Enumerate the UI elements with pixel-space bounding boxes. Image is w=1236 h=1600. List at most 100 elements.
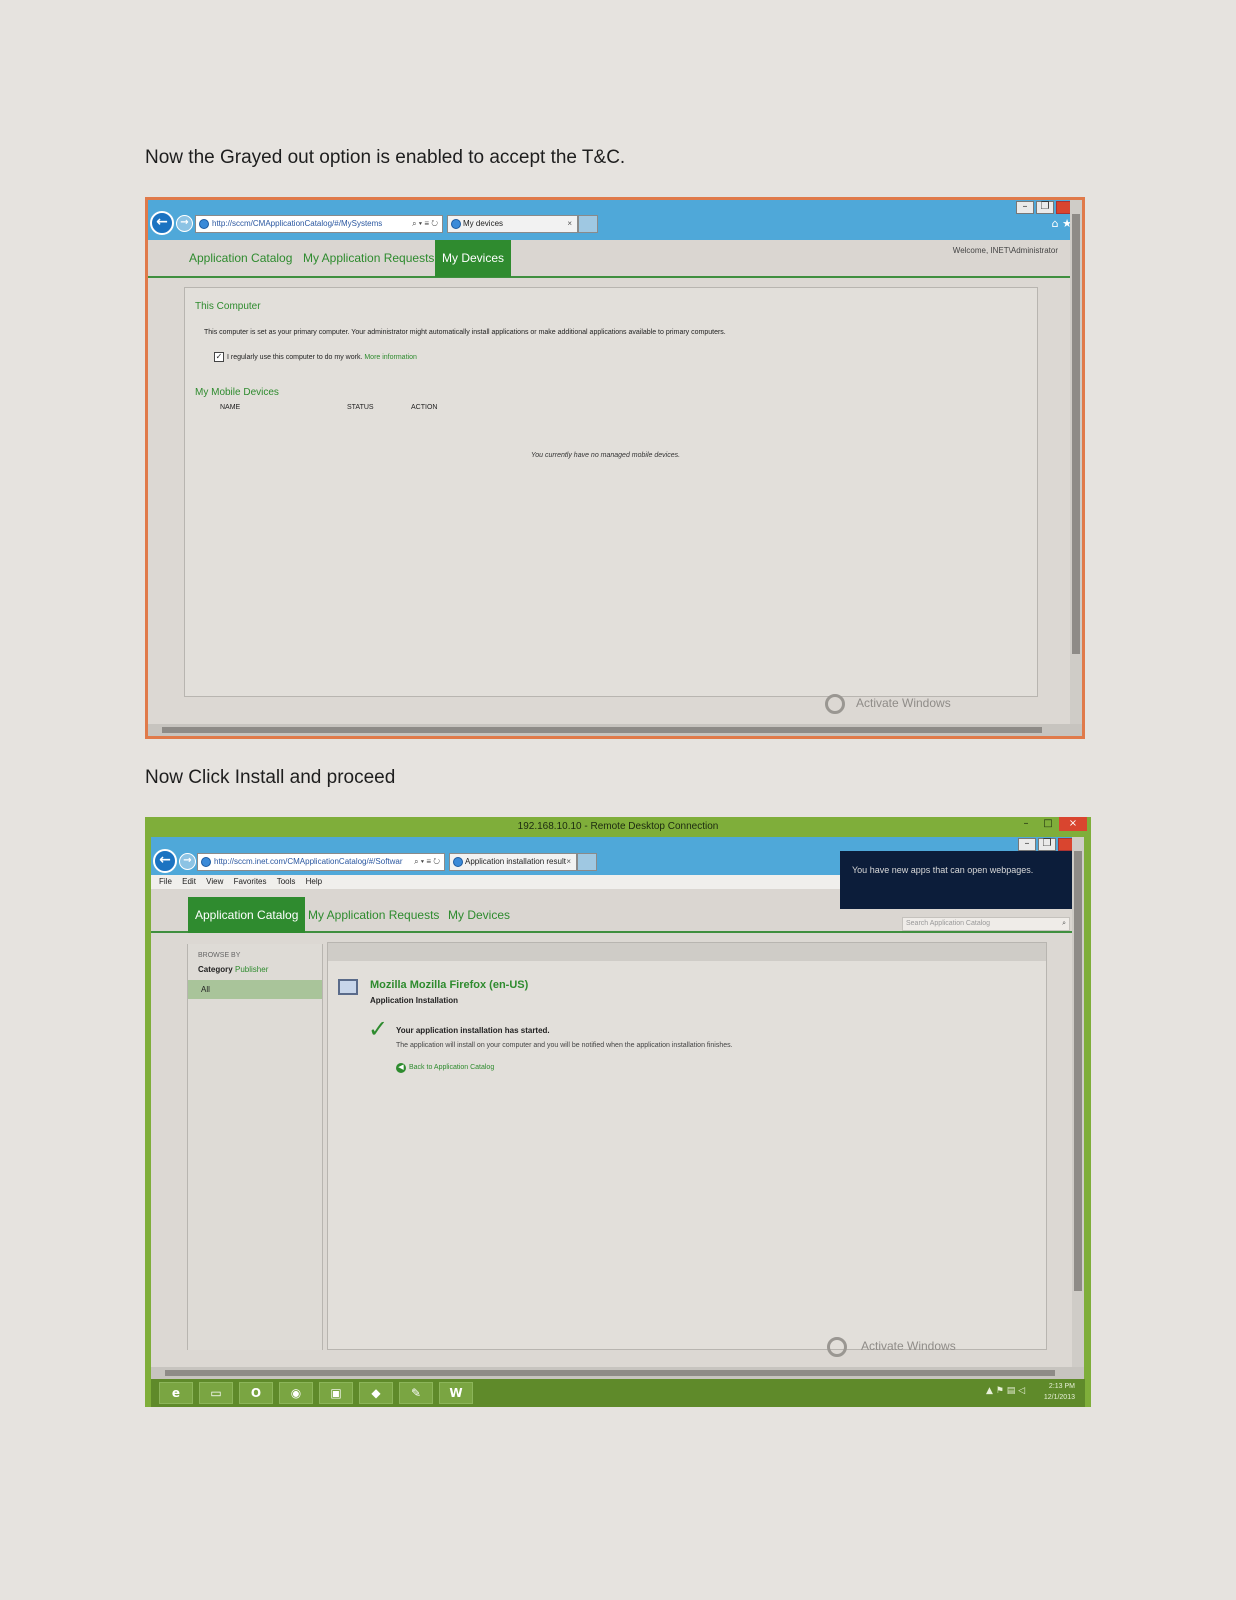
menu-favorites[interactable]: Favorites (234, 877, 267, 886)
menu-help[interactable]: Help (306, 877, 322, 886)
forward-arrow-icon-2[interactable]: → (179, 853, 196, 870)
search-icon[interactable]: ⌕ (1062, 918, 1066, 930)
horizontal-scrollbar[interactable] (148, 724, 1082, 736)
system-clock[interactable]: 2:13 PM 12/1/2013 (1044, 1381, 1075, 1403)
tab-close-icon[interactable]: × (567, 216, 572, 232)
caption-first: Now the Grayed out option is enabled to … (145, 147, 626, 168)
app-icon[interactable]: ◆ (359, 1382, 393, 1404)
publisher-filter[interactable]: Publisher (235, 965, 268, 974)
forward-arrow-icon[interactable]: → (176, 215, 193, 232)
back-arrow-icon[interactable]: ← (150, 211, 174, 235)
activate-windows-watermark-2: Activate Windows (861, 1339, 956, 1353)
address-tools[interactable]: ⌕ ▾ ≡ ↻ (412, 216, 438, 232)
tab-close-icon-2[interactable]: × (566, 854, 571, 870)
back-arrow-circle-icon: ◀ (396, 1063, 406, 1073)
back-link-label: Back to Application Catalog (409, 1064, 495, 1071)
this-computer-title: This Computer (195, 301, 261, 312)
address-bar[interactable]: http://sccm/CMApplicationCatalog/#/MySys… (195, 215, 443, 233)
checkbox-label: I regularly use this computer to do my w… (227, 354, 363, 361)
menu-file[interactable]: File (159, 877, 172, 886)
rd-minimize-button[interactable]: – (1015, 817, 1037, 831)
address-url-2: http://sccm.inet.com/CMApplicationCatalo… (214, 857, 403, 866)
more-information-link[interactable]: More information (364, 354, 417, 361)
remote-icon[interactable]: ▣ (319, 1382, 353, 1404)
vertical-scroll-thumb[interactable] (1072, 214, 1080, 654)
horizontal-scroll-thumb-2[interactable] (165, 1370, 1055, 1376)
screenshot-my-devices: – ❐ ← → http://sccm/CMApplicationCatalog… (145, 197, 1085, 739)
page-icon-2 (201, 857, 211, 867)
tab-application-catalog[interactable]: Application Catalog (182, 240, 299, 277)
tab-application-catalog-2[interactable]: Application Catalog (188, 897, 306, 933)
install-started-message: Your application installation has starte… (396, 1026, 550, 1035)
menu-view[interactable]: View (206, 877, 223, 886)
new-tab-button-2[interactable] (577, 853, 597, 871)
checkmark-icon: ✓ (368, 1015, 389, 1043)
clock-date: 12/1/2013 (1043, 1394, 1075, 1401)
restore-button-2[interactable]: ❐ (1038, 838, 1056, 851)
restore-button[interactable]: ❐ (1036, 201, 1054, 214)
sidebar-item-all[interactable]: All (188, 980, 322, 999)
column-status: STATUS (347, 404, 374, 411)
system-tray-icons[interactable]: ▲ ⚑ ▤ ◁ (986, 1386, 1025, 1396)
address-tools-2[interactable]: ⌕ ▾ ≡ ↻ (414, 854, 440, 870)
browser-tab-my-devices[interactable]: My devices × (447, 215, 578, 233)
activate-windows-icon-2 (827, 1337, 847, 1357)
vertical-scrollbar-2[interactable] (1072, 837, 1084, 1367)
rd-window-controls: – □ × (1015, 817, 1087, 831)
app-header: Application Catalog My Application Reque… (148, 240, 1082, 278)
vertical-scroll-thumb-2[interactable] (1074, 851, 1082, 1291)
category-filter[interactable]: Category (198, 965, 233, 974)
menu-tools[interactable]: Tools (277, 877, 296, 886)
column-name: NAME (220, 404, 241, 411)
remote-desktop-title: 192.168.10.10 - Remote Desktop Connectio… (517, 821, 719, 832)
screenshot-install-result: 192.168.10.10 - Remote Desktop Connectio… (145, 817, 1091, 1407)
clock-time: 2:13 PM (1048, 1383, 1075, 1390)
tab-my-devices-2[interactable]: My Devices (441, 897, 517, 933)
window-controls-2: – ❐ (1018, 838, 1076, 851)
word-icon[interactable]: W (439, 1382, 473, 1404)
browse-sidebar: BROWSE BY Category Publisher All (187, 944, 323, 1350)
tab-title-2: Application installation result (465, 857, 566, 866)
back-arrow-icon-2[interactable]: ← (153, 849, 177, 873)
minimize-button[interactable]: – (1016, 201, 1034, 214)
horizontal-scrollbar-2[interactable] (151, 1367, 1084, 1379)
ie-icon[interactable]: e (159, 1382, 193, 1404)
menu-edit[interactable]: Edit (182, 877, 196, 886)
application-icon (338, 979, 358, 995)
primary-computer-description: This computer is set as your primary com… (204, 329, 726, 336)
activate-windows-watermark: Activate Windows (856, 696, 951, 710)
window-controls: – ❐ (1016, 201, 1074, 214)
horizontal-scroll-thumb[interactable] (162, 727, 1042, 733)
tab-my-application-requests-2[interactable]: My Application Requests (301, 897, 446, 933)
address-bar-2[interactable]: http://sccm.inet.com/CMApplicationCatalo… (197, 853, 445, 871)
caption-second: Now Click Install and proceed (145, 767, 396, 788)
checkbox-row: I regularly use this computer to do my w… (227, 354, 417, 361)
outlook-icon[interactable]: O (239, 1382, 273, 1404)
minimize-button-2[interactable]: – (1018, 838, 1036, 851)
search-placeholder: Search Application Catalog (906, 920, 991, 927)
search-input[interactable]: Search Application Catalog ⌕ (902, 917, 1070, 931)
explorer-icon[interactable]: ▭ (199, 1382, 233, 1404)
install-result-panel: Mozilla Mozilla Firefox (en-US) Applicat… (327, 942, 1047, 1350)
page-icon (199, 219, 209, 229)
tab-title: My devices (463, 219, 504, 228)
rd-restore-button[interactable]: □ (1037, 817, 1059, 831)
vertical-scrollbar[interactable] (1070, 200, 1082, 724)
windows-taskbar: e ▭ O ◉ ▣ ◆ ✎ W ▲ ⚑ ▤ ◁ 2:13 PM 12/1/201… (151, 1379, 1085, 1407)
primary-computer-checkbox[interactable]: ✓ (214, 352, 224, 362)
column-action: ACTION (411, 404, 438, 411)
tab-my-application-requests[interactable]: My Application Requests (296, 240, 441, 277)
browser-tab-install-result[interactable]: Application installation result × (449, 853, 577, 871)
home-star-icons[interactable]: ⌂ ★ (1052, 217, 1072, 230)
tab-my-devices[interactable]: My Devices (435, 240, 512, 277)
new-tab-button[interactable] (578, 215, 598, 233)
remote-session: – ❐ ← → http://sccm.inet.com/CMApplicati… (151, 837, 1084, 1379)
browser-toolbar: – ❐ ← → http://sccm/CMApplicationCatalog… (148, 200, 1082, 240)
paint-icon[interactable]: ✎ (399, 1382, 433, 1404)
chrome-icon[interactable]: ◉ (279, 1382, 313, 1404)
empty-devices-message: You currently have no managed mobile dev… (531, 452, 681, 459)
back-to-catalog-link[interactable]: ◀ Back to Application Catalog (396, 1063, 494, 1073)
rd-close-button[interactable]: × (1059, 817, 1087, 831)
install-detail-message: The application will install on your com… (396, 1042, 733, 1049)
new-apps-notification[interactable]: You have new apps that can open webpages… (840, 851, 1072, 909)
